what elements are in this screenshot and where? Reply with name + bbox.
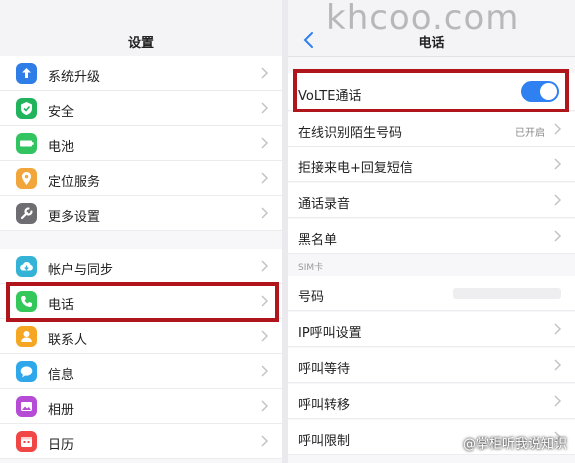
phone-item-identify-unknown[interactable]: 在线识别陌生号码 已开启 [288,112,575,147]
phone-item-label: 拒接来电+回复短信 [298,161,413,176]
settings-header: 设置 [0,0,282,57]
chevron-right-icon [554,359,562,371]
chevron-right-icon [261,435,269,447]
phone-item-reject-reply[interactable]: 拒接来电+回复短信 [288,147,575,182]
settings-item-messages[interactable]: 信息 [0,354,282,389]
location-pin-icon [16,168,37,189]
phone-item-label: 黑名单 [298,233,338,248]
settings-item-location[interactable]: 定位服务 [0,161,282,196]
phone-item-label: 在线识别陌生号码 [298,126,403,141]
phone-settings-panel: khcoo.com 电话 VoLTE通话 在线识别陌生号码 已开启 拒接来电+回… [288,0,575,463]
settings-item-accounts-sync[interactable]: 帐户与同步 [0,249,282,284]
cloud-sync-icon [16,256,37,277]
security-shield-icon [16,98,37,119]
phone-item-label: 呼叫转移 [298,398,351,413]
settings-item-contacts[interactable]: 联系人 [0,319,282,354]
settings-item-battery[interactable]: 电池 [0,126,282,161]
chevron-right-icon [261,172,269,184]
phone-item-call-forwarding[interactable]: 呼叫转移 [288,384,575,419]
system-update-icon [16,63,37,84]
volte-label: VoLTE通话 [298,89,362,104]
wrench-icon [16,203,37,224]
settings-item-calendar[interactable]: 日历 [0,424,282,459]
author-credit-watermark: @掌柜听我说知识 [462,437,567,452]
settings-item-more-settings[interactable]: 更多设置 [0,196,282,231]
settings-item-label: 安全 [48,105,75,120]
settings-item-label: 相册 [48,403,75,418]
settings-item-system-update[interactable]: 系统升级 [0,56,282,91]
volte-row: VoLTE通话 [288,73,575,111]
chevron-right-icon [261,102,269,114]
chevron-right-icon [554,194,562,206]
sim-section-label: SIM卡 [298,263,324,273]
settings-item-label: 更多设置 [48,210,101,225]
battery-icon [16,133,37,154]
chevron-right-icon [261,365,269,377]
toggle-knob [540,83,557,100]
settings-panel: 设置 系统升级 安全 电池 定位服务 更多设置 帐户与同步 电话 联系人 信息 … [0,0,282,463]
chevron-right-icon [261,207,269,219]
settings-item-label: 帐户与同步 [48,263,114,278]
phone-item-blacklist[interactable]: 黑名单 [288,219,575,254]
settings-item-label: 联系人 [48,333,88,348]
calendar-icon [16,431,37,452]
phone-title: 电话 [418,36,445,51]
contacts-icon [16,326,37,347]
phone-item-label: 通话录音 [298,197,351,212]
volte-toggle[interactable] [521,81,559,102]
settings-item-album[interactable]: 相册 [0,389,282,424]
chevron-right-icon [554,158,562,170]
phone-number-blurred [453,288,561,299]
phone-item-label: 呼叫等待 [298,362,351,377]
phone-item-label: 呼叫限制 [298,434,351,449]
message-bubble-icon [16,361,37,382]
chevron-right-icon [261,400,269,412]
phone-icon [16,291,37,312]
settings-item-label: 日历 [48,438,75,453]
chevron-right-icon [261,295,269,307]
settings-item-security[interactable]: 安全 [0,91,282,126]
phone-item-call-recording[interactable]: 通话录音 [288,183,575,218]
settings-item-label: 电话 [48,298,75,313]
settings-item-label: 信息 [48,368,75,383]
settings-item-label: 电池 [48,140,75,155]
chevron-right-icon [261,137,269,149]
phone-item-number[interactable]: 号码 [288,276,575,311]
phone-item-label: IP呼叫设置 [298,326,362,341]
settings-item-phone[interactable]: 电话 [0,284,282,319]
chevron-right-icon [261,330,269,342]
album-icon [16,396,37,417]
phone-header: khcoo.com 电话 [288,0,575,57]
chevron-right-icon [554,323,562,335]
settings-title: 设置 [127,36,154,51]
phone-item-call-waiting[interactable]: 呼叫等待 [288,348,575,383]
settings-item-label: 系统升级 [48,70,101,85]
chevron-right-icon [554,395,562,407]
chevron-right-icon [554,230,562,242]
chevron-right-icon [261,67,269,79]
chevron-right-icon [554,123,562,135]
status-value: 已开启 [515,128,545,139]
settings-item-label: 定位服务 [48,175,101,190]
phone-item-ip-call[interactable]: IP呼叫设置 [288,312,575,347]
chevron-right-icon [261,260,269,272]
phone-item-label: 号码 [298,290,325,305]
